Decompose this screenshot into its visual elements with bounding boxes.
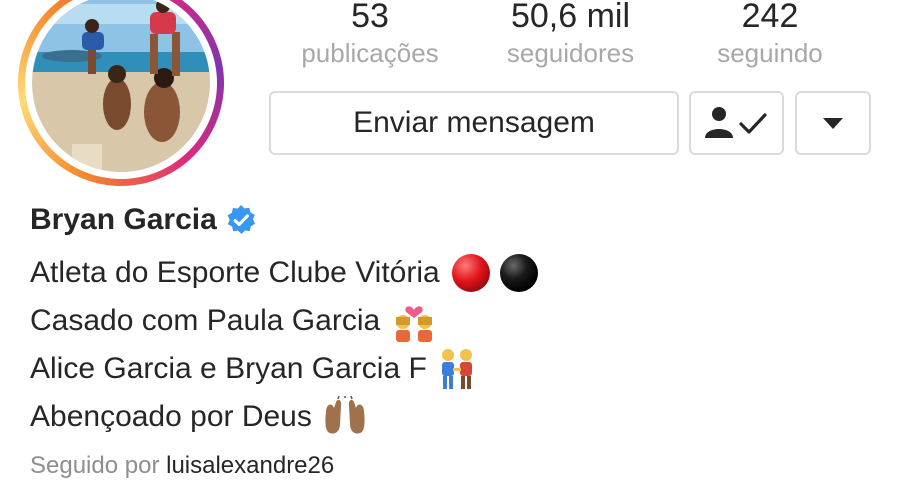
man-and-woman-holding-hands-icon bbox=[441, 349, 472, 389]
following-count[interactable]: 242 bbox=[700, 0, 840, 38]
following-status-button[interactable] bbox=[689, 91, 784, 155]
send-message-button[interactable]: Enviar mensagem bbox=[269, 91, 679, 155]
bio-line-children: Alice Garcia e Bryan Garcia F bbox=[30, 348, 477, 390]
bio-text-blessed: Abençoado por Deus bbox=[30, 400, 312, 433]
caret-down-icon bbox=[823, 118, 843, 129]
posts-stat: 53 publicações bbox=[285, 0, 455, 68]
avatar-photo bbox=[32, 0, 210, 172]
followed-by-prefix: Seguido por bbox=[30, 452, 160, 479]
posts-label: publicações bbox=[301, 38, 439, 68]
bio-line-married: Casado com Paula Garcia bbox=[30, 300, 438, 342]
bio-text-club: Atleta do Esporte Clube Vitória bbox=[30, 256, 440, 289]
couple-with-heart-icon bbox=[396, 306, 433, 342]
person-check-icon bbox=[704, 107, 767, 138]
followers-count[interactable]: 50,6 mil bbox=[488, 0, 653, 38]
avatar[interactable] bbox=[32, 0, 210, 172]
followed-by[interactable]: Seguido por luisalexandre26 bbox=[30, 452, 334, 480]
bio-text-married: Casado com Paula Garcia bbox=[30, 304, 381, 337]
raising-hands-icon bbox=[325, 396, 365, 434]
avatar-frame bbox=[25, 0, 217, 179]
bio-text-children: Alice Garcia e Bryan Garcia F bbox=[30, 352, 427, 385]
profile-name: Bryan Garcia bbox=[30, 203, 217, 236]
posts-count: 53 bbox=[351, 0, 389, 35]
suggestions-dropdown-button[interactable] bbox=[795, 91, 871, 155]
red-circle-icon bbox=[451, 254, 490, 292]
bio-line-club: Atleta do Esporte Clube Vitória bbox=[30, 252, 540, 294]
followed-by-user[interactable]: luisalexandre26 bbox=[166, 452, 334, 479]
following-stat[interactable]: 242 seguindo bbox=[700, 0, 840, 68]
bio-line-blessed: Abençoado por Deus bbox=[30, 396, 368, 438]
verified-badge-icon bbox=[227, 205, 255, 234]
profile-avatar-ring[interactable] bbox=[18, 0, 224, 186]
following-label[interactable]: seguindo bbox=[700, 38, 840, 68]
profile-name-row: Bryan Garcia bbox=[30, 203, 257, 237]
black-circle-icon bbox=[499, 254, 538, 292]
followers-label[interactable]: seguidores bbox=[488, 38, 653, 68]
followers-stat[interactable]: 50,6 mil seguidores bbox=[488, 0, 653, 68]
